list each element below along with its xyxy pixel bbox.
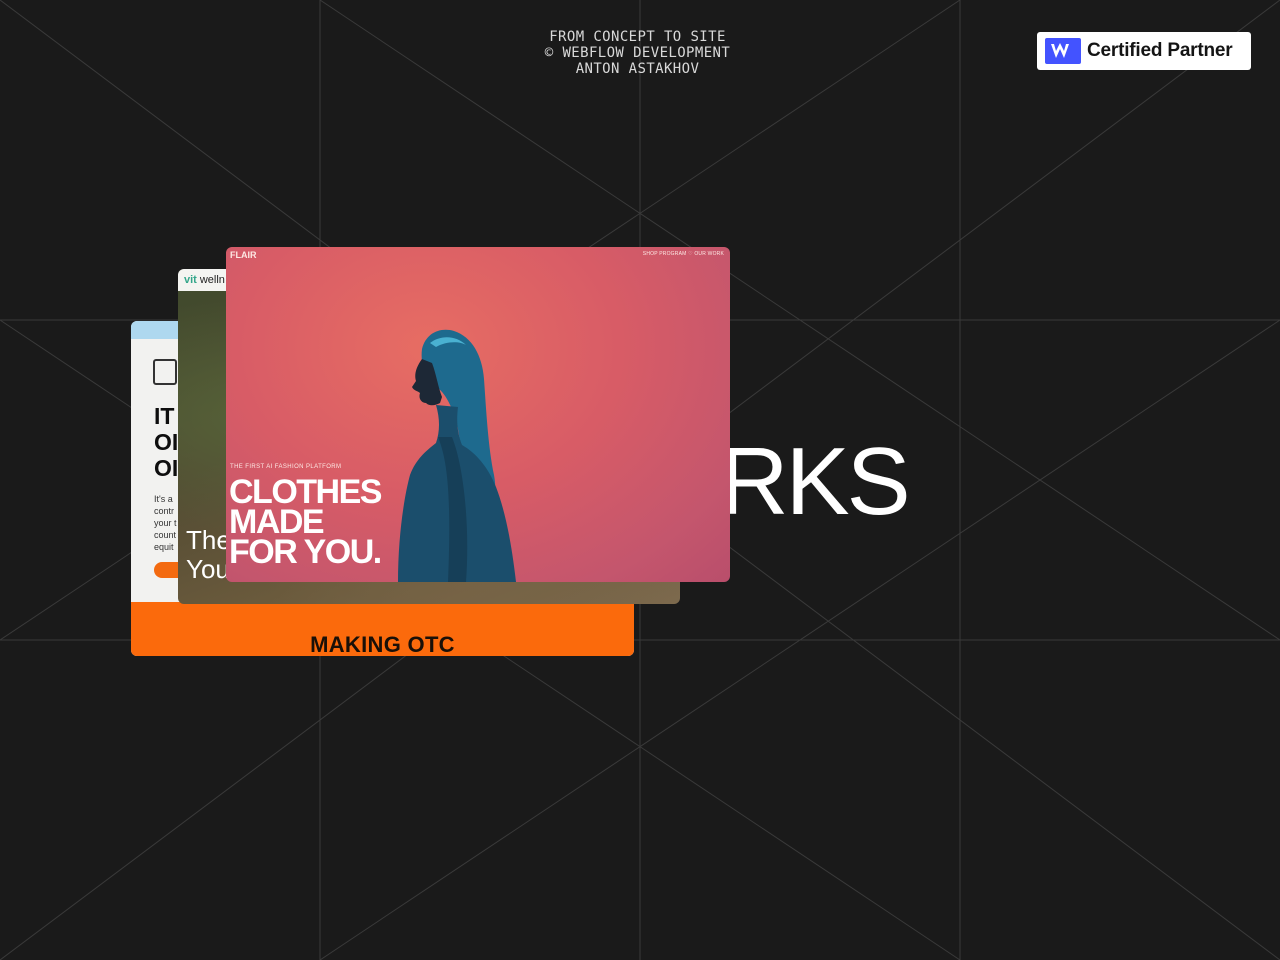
card-logo: vit welln: [184, 274, 225, 286]
card-overlay-text: The You: [186, 526, 231, 584]
card-headline-line: IT: [154, 403, 175, 429]
card-footer-text: MAKING OTC: [310, 632, 455, 656]
card-brand: FLAIR: [230, 250, 257, 260]
card-headline-line: FOR YOU.: [229, 533, 382, 571]
badge-label: Certified Partner: [1087, 40, 1233, 61]
card-headline-line: OI: [154, 455, 179, 481]
card-overlay-line: The: [186, 525, 231, 555]
certified-partner-badge[interactable]: Certified Partner: [1037, 32, 1251, 70]
card-headline: CLOTHES MADE FOR YOU.: [229, 475, 382, 571]
card-overlay-line: You: [186, 554, 230, 584]
card-headline-line: OI: [154, 429, 179, 455]
project-card-flair[interactable]: FLAIR SHOP PROGRAM ♡ OUR WORK THE FIRST …: [226, 247, 730, 582]
card-logo-text: welln: [199, 274, 225, 286]
webflow-w-icon: [1045, 38, 1081, 64]
card-nav: SHOP PROGRAM ♡ OUR WORK: [642, 251, 724, 257]
card-headline: IT OI OI: [154, 403, 178, 481]
card-tagline: THE FIRST AI FASHION PLATFORM: [230, 464, 342, 470]
card-logo-mark: vit: [184, 274, 197, 286]
document-icon: [153, 359, 177, 385]
